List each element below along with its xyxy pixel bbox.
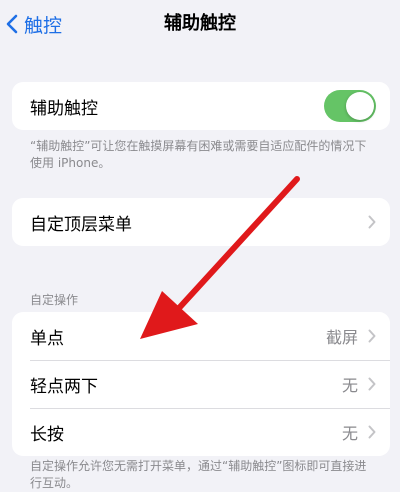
- chevron-right-icon: [368, 215, 376, 229]
- custom-action-label: 单点: [30, 328, 64, 349]
- assistive-touch-row: 辅助触控: [12, 82, 390, 130]
- custom-action-row-long-press[interactable]: 长按 无: [12, 408, 390, 456]
- toggle-knob: [346, 92, 374, 120]
- custom-actions-footnote: 自定操作允许您无需打开菜单，通过“辅助触控”图标即可直接进行互动。: [30, 459, 367, 490]
- page-title: 辅助触控: [164, 13, 236, 34]
- chevron-right-icon: [368, 329, 376, 343]
- custom-action-label: 长按: [30, 424, 64, 445]
- navigation-bar: 触控 辅助触控: [0, 0, 400, 50]
- custom-top-menu-group: 自定顶层菜单: [12, 198, 390, 246]
- custom-action-value: 无: [341, 376, 358, 395]
- custom-action-value: 无: [341, 424, 358, 443]
- custom-action-row-single-tap[interactable]: 单点 截屏: [12, 312, 390, 360]
- assistive-touch-footnote: “辅助触控”可让您在触摸屏幕有困难或需要自适应配件的情况下使用 iPhone。: [30, 139, 367, 170]
- custom-action-value: 截屏: [325, 328, 358, 347]
- custom-action-row-double-tap[interactable]: 轻点两下 无: [12, 360, 390, 408]
- custom-top-menu-row[interactable]: 自定顶层菜单: [12, 198, 390, 246]
- chevron-right-icon: [368, 377, 376, 391]
- custom-actions-group: 单点 截屏 轻点两下 无 长按 无: [12, 312, 390, 456]
- assistive-touch-group: 辅助触控: [12, 82, 390, 130]
- assistive-touch-label: 辅助触控: [30, 98, 98, 119]
- assistive-touch-toggle[interactable]: [324, 90, 376, 122]
- custom-top-menu-label: 自定顶层菜单: [30, 214, 132, 235]
- custom-action-label: 轻点两下: [30, 376, 98, 397]
- custom-actions-header: 自定操作: [30, 293, 79, 307]
- chevron-right-icon: [368, 425, 376, 439]
